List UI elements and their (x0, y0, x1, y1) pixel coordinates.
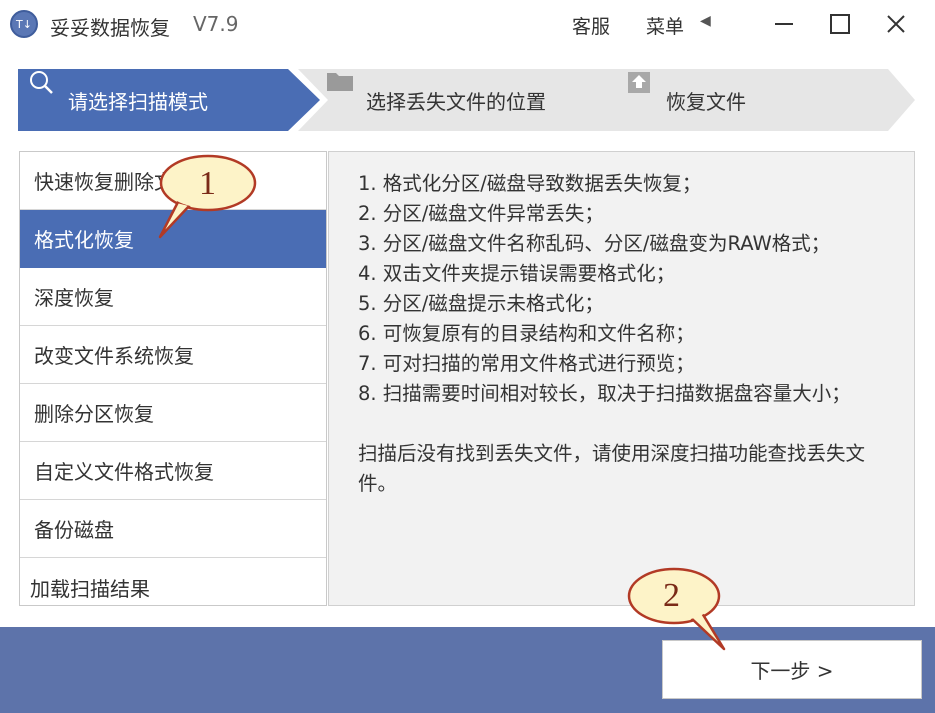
mode-load-scan-result[interactable]: 加载扫描结果 (20, 558, 326, 616)
description-line: 5. 分区/磁盘提示未格式化； (358, 292, 604, 315)
mode-label: 备份磁盘 (34, 518, 114, 542)
description-line: 4. 双击文件夹提示错误需要格式化； (358, 262, 676, 285)
step-progress-bar: 请选择扫描模式 选择丢失文件的位置 恢复文件 (18, 69, 915, 131)
description-line: 3. 分区/磁盘文件名称乱码、分区/磁盘变为RAW格式； (358, 232, 831, 255)
mode-label: 加载扫描结果 (30, 576, 150, 601)
description-line: 7. 可对扫描的常用文件格式进行预览； (358, 352, 695, 375)
title-bar: T↓ 妥妥数据恢复 V7.9 客服 菜单 ◀ (0, 0, 935, 48)
search-icon (28, 71, 56, 114)
mode-deleted-partition-recovery[interactable]: 删除分区恢复 (20, 384, 326, 442)
step-label: 恢复文件 (666, 89, 746, 114)
mode-label: 改变文件系统恢复 (34, 344, 194, 368)
app-version: V7.9 (193, 12, 239, 36)
menu-arrow-icon[interactable]: ◀ (700, 13, 711, 29)
support-button[interactable]: 客服 (572, 12, 610, 39)
callout-2-label: 2 (663, 577, 680, 614)
step-label: 请选择扫描模式 (68, 89, 208, 114)
step-select-location: 选择丢失文件的位置 (326, 69, 546, 131)
app-title: 妥妥数据恢复 (50, 16, 170, 40)
mode-custom-format-recovery[interactable]: 自定义文件格式恢复 (20, 442, 326, 500)
minimize-button[interactable] (764, 8, 804, 40)
step-recover-files: 恢复文件 (626, 69, 746, 131)
description-line: 1. 格式化分区/磁盘导致数据丢失恢复； (358, 172, 702, 195)
mode-filesystem-change-recovery[interactable]: 改变文件系统恢复 (20, 326, 326, 384)
mode-backup-disk[interactable]: 备份磁盘 (20, 500, 326, 558)
description-note: 扫描后没有找到丢失文件，请使用深度扫描功能查找丢失文件。 (358, 442, 866, 495)
minimize-icon (775, 23, 793, 25)
step-label: 选择丢失文件的位置 (366, 89, 546, 114)
description-line: 6. 可恢复原有的目录结构和文件名称； (358, 322, 695, 345)
description-line: 8. 扫描需要时间相对较长，取决于扫描数据盘容量大小； (358, 382, 851, 405)
mode-label: 深度恢复 (34, 286, 114, 310)
mode-description-panel: 1. 格式化分区/磁盘导致数据丢失恢复； 2. 分区/磁盘文件异常丢失； 3. … (328, 151, 915, 606)
close-icon (887, 15, 905, 33)
mode-label: 格式化恢复 (34, 228, 134, 252)
mode-label: 自定义文件格式恢复 (34, 460, 214, 484)
callout-1-label: 1 (199, 165, 216, 202)
description-line: 2. 分区/磁盘文件异常丢失； (358, 202, 604, 225)
folder-icon (326, 73, 354, 114)
step-select-scan-mode: 请选择扫描模式 (28, 69, 208, 131)
maximize-icon (830, 14, 850, 34)
app-logo: T↓ (10, 10, 38, 38)
menu-button[interactable]: 菜单 (646, 12, 684, 39)
close-button[interactable] (876, 8, 916, 40)
mode-label: 删除分区恢复 (34, 402, 154, 426)
maximize-button[interactable] (820, 8, 860, 40)
upload-icon (626, 72, 654, 114)
mode-deep-recovery[interactable]: 深度恢复 (20, 268, 326, 326)
